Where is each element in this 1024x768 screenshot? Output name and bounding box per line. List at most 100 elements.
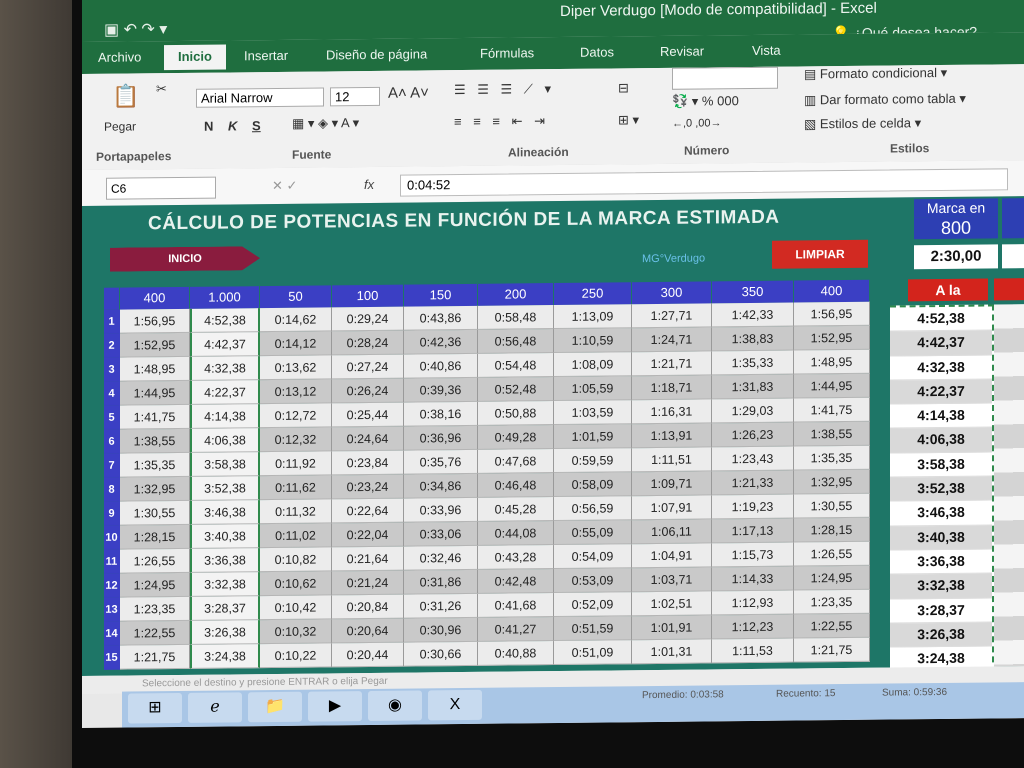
table-cell[interactable]: 1:01,31 [632,639,712,665]
tab-inicio[interactable]: Inicio [164,44,226,71]
conditional-format-button[interactable]: ▤ Formato condicional ▾ [804,65,947,82]
bold-button[interactable]: N [204,119,213,134]
ala-cell[interactable]: 4:06,38 [890,427,992,454]
table-cell[interactable]: 1:56,95 [794,301,870,327]
ala-cell[interactable]: 3:58,38 [890,452,992,478]
table-cell[interactable]: 0:39,36 [404,377,478,403]
table-cell[interactable]: 1:24,95 [120,572,190,598]
ala-cell[interactable]: 3:40,38 [890,525,992,551]
formula-input[interactable]: 0:04:52 [400,168,1008,197]
row-number[interactable]: 9 [104,501,120,526]
tab-insertar[interactable]: Insertar [244,48,288,63]
table-cell[interactable]: 3:32,38 [190,572,260,597]
table-cell[interactable]: 0:40,86 [404,353,478,379]
name-box[interactable]: C6 [106,176,216,200]
row-number[interactable]: 7 [104,453,120,478]
font-name-select[interactable]: Arial Narrow [196,87,324,108]
row-number[interactable]: 3 [104,357,120,382]
table-cell[interactable]: 0:46,48 [478,473,554,498]
table-cell[interactable]: 0:20,44 [332,642,404,668]
table-cell[interactable]: 0:10,22 [260,643,332,669]
table-cell[interactable]: 0:13,12 [260,379,332,405]
table-cell[interactable]: 1:07,91 [632,495,712,521]
table-cell[interactable]: 0:41,68 [478,593,554,618]
table-cell[interactable]: 0:49,28 [478,425,554,450]
table-cell[interactable]: 0:31,86 [404,569,478,595]
table-cell[interactable]: 0:20,64 [332,618,404,644]
tab-diseno[interactable]: Diseño de página [326,46,427,62]
table-cell[interactable]: 0:43,86 [404,305,478,331]
format-table-button[interactable]: ▥ Dar formato como tabla ▾ [804,91,966,109]
table-cell[interactable]: 0:33,96 [404,497,478,523]
table-cell[interactable]: 0:13,62 [260,355,332,381]
row-number[interactable]: 5 [104,405,120,430]
table-cell[interactable]: 0:24,64 [332,426,404,452]
table-cell[interactable]: 0:50,88 [478,401,554,426]
table-cell[interactable]: 1:26,55 [794,541,870,567]
table-cell[interactable]: 0:10,32 [260,619,332,645]
column-header[interactable]: 250 [554,282,632,306]
table-cell[interactable]: 3:36,38 [190,548,260,573]
row-number[interactable]: 14 [104,621,120,646]
table-cell[interactable]: 1:35,33 [712,350,794,376]
table-cell[interactable]: 0:33,06 [404,521,478,547]
column-header[interactable]: 400 [120,286,190,310]
table-cell[interactable]: 0:58,09 [554,472,632,498]
table-cell[interactable]: 0:23,84 [332,450,404,476]
start-icon[interactable]: ⊞ [128,692,182,724]
inicio-button[interactable]: INICIO [110,246,260,272]
cut-icon[interactable]: ✂ [156,81,167,97]
ala-cell[interactable]: 3:28,37 [890,598,992,624]
table-cell[interactable]: 0:11,02 [260,523,332,549]
column-header[interactable]: 50 [260,285,332,309]
table-cell[interactable]: 1:19,23 [712,494,794,520]
table-cell[interactable]: 0:42,36 [404,329,478,355]
table-cell[interactable]: 1:48,95 [794,349,870,375]
cancel-confirm-icons[interactable]: ✕ ✓ [272,178,297,194]
column-header[interactable]: 300 [632,281,712,305]
table-cell[interactable]: 1:17,13 [712,518,794,544]
tab-vista[interactable]: Vista [752,43,781,58]
table-cell[interactable]: 1:08,09 [554,352,632,378]
tab-datos[interactable]: Datos [580,44,614,59]
table-cell[interactable]: 0:32,46 [404,545,478,571]
table-cell[interactable]: 1:52,95 [794,325,870,351]
borders-icon[interactable]: ▦ ▾ ◈ ▾ A ▾ [292,115,359,132]
table-cell[interactable]: 4:32,38 [190,356,260,381]
table-cell[interactable]: 0:53,09 [554,568,632,594]
table-cell[interactable]: 1:21,71 [632,351,712,377]
table-cell[interactable]: 0:54,48 [478,353,554,378]
table-cell[interactable]: 4:14,38 [190,404,260,429]
table-cell[interactable]: 0:43,28 [478,545,554,570]
table-cell[interactable]: 0:47,68 [478,449,554,474]
row-number[interactable]: 12 [104,573,120,598]
table-cell[interactable]: 1:23,35 [120,596,190,622]
table-cell[interactable]: 1:56,95 [120,308,190,334]
decimal-icons[interactable]: ←,0 ,00→ [672,117,722,130]
table-cell[interactable]: 0:35,76 [404,449,478,475]
fx-icon[interactable]: fx [364,177,374,192]
table-cell[interactable]: 0:30,96 [404,617,478,643]
grow-font-icon[interactable]: A˄ A˅ [388,84,429,101]
table-cell[interactable]: 0:26,24 [332,378,404,404]
table-cell[interactable]: 0:29,24 [332,306,404,332]
table-cell[interactable]: 0:11,32 [260,499,332,525]
ala-cell[interactable]: 3:26,38 [890,622,992,648]
tab-archivo[interactable]: Archivo [98,49,141,64]
table-cell[interactable]: 1:28,15 [794,517,870,543]
column-header[interactable]: 1.000 [190,286,260,309]
row-number[interactable]: 8 [104,477,120,502]
excel-icon[interactable]: X [428,689,482,721]
table-cell[interactable]: 1:26,23 [712,422,794,448]
save-icon[interactable]: ▣ ↶ ↷ ▾ [104,19,167,40]
ie-icon[interactable]: ℯ [188,692,242,723]
table-cell[interactable]: 0:59,59 [554,448,632,474]
table-cell[interactable]: 0:11,62 [260,475,332,501]
table-cell[interactable]: 0:21,64 [332,546,404,572]
table-cell[interactable]: 4:52,38 [190,308,260,333]
table-cell[interactable]: 3:28,37 [190,596,260,621]
table-cell[interactable]: 1:44,95 [120,380,190,406]
font-size-select[interactable]: 12 [330,86,380,107]
table-cell[interactable]: 4:06,38 [190,428,260,453]
row-number[interactable]: 6 [104,429,120,454]
